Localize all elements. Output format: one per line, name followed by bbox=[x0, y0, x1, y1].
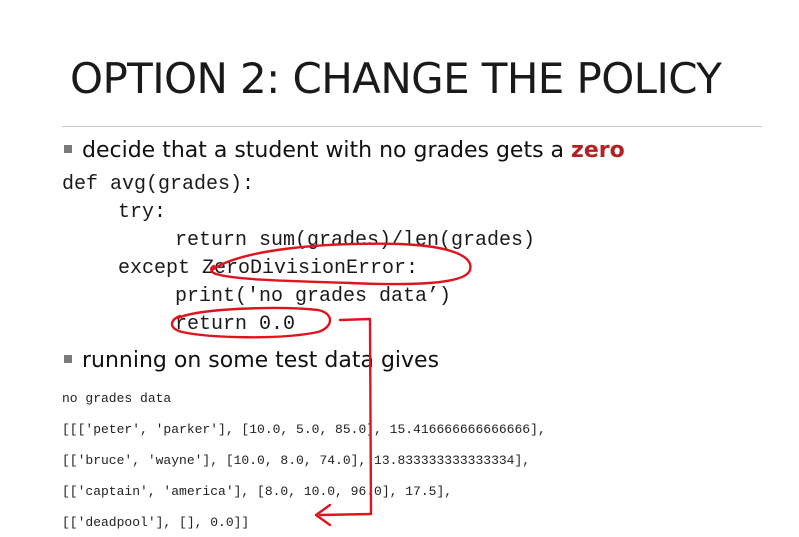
ink-arrow-line bbox=[318, 317, 373, 517]
ink-circle-zerodivisionerror bbox=[210, 242, 472, 286]
ink-annotations bbox=[170, 242, 472, 527]
ink-circle-return bbox=[170, 306, 332, 339]
slide: OPTION 2: CHANGE THE POLICY decide that … bbox=[0, 0, 799, 537]
